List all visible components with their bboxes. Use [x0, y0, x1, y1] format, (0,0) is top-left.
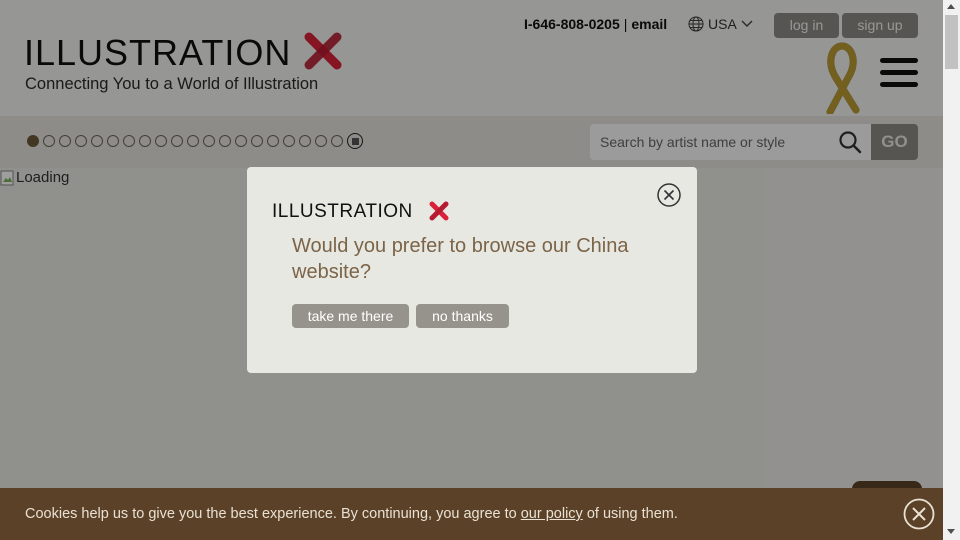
cookie-close-icon[interactable]	[903, 498, 935, 530]
scroll-thumb[interactable]	[945, 15, 958, 69]
cookie-text-after: of using them.	[582, 506, 678, 522]
cookie-banner: Cookies help us to give you the best exp…	[0, 488, 943, 540]
cookie-text-before: Cookies help us to give you the best exp…	[25, 506, 521, 522]
close-icon[interactable]	[657, 183, 681, 207]
china-site-modal: ILLUSTRATION Would you prefer to browse …	[247, 167, 697, 373]
logo-x-icon	[429, 201, 449, 221]
no-thanks-button[interactable]: no thanks	[416, 304, 509, 328]
take-me-there-button[interactable]: take me there	[292, 304, 409, 328]
modal-question: Would you prefer to browse our China web…	[292, 235, 629, 283]
modal-logo-wordmark: ILLUSTRATION	[272, 201, 413, 222]
scroll-up-arrow[interactable]	[947, 4, 955, 9]
scrollbar[interactable]	[943, 0, 960, 540]
cookie-message: Cookies help us to give you the best exp…	[25, 506, 678, 522]
policy-link[interactable]: our policy	[521, 506, 583, 522]
scroll-down-arrow[interactable]	[947, 529, 955, 534]
